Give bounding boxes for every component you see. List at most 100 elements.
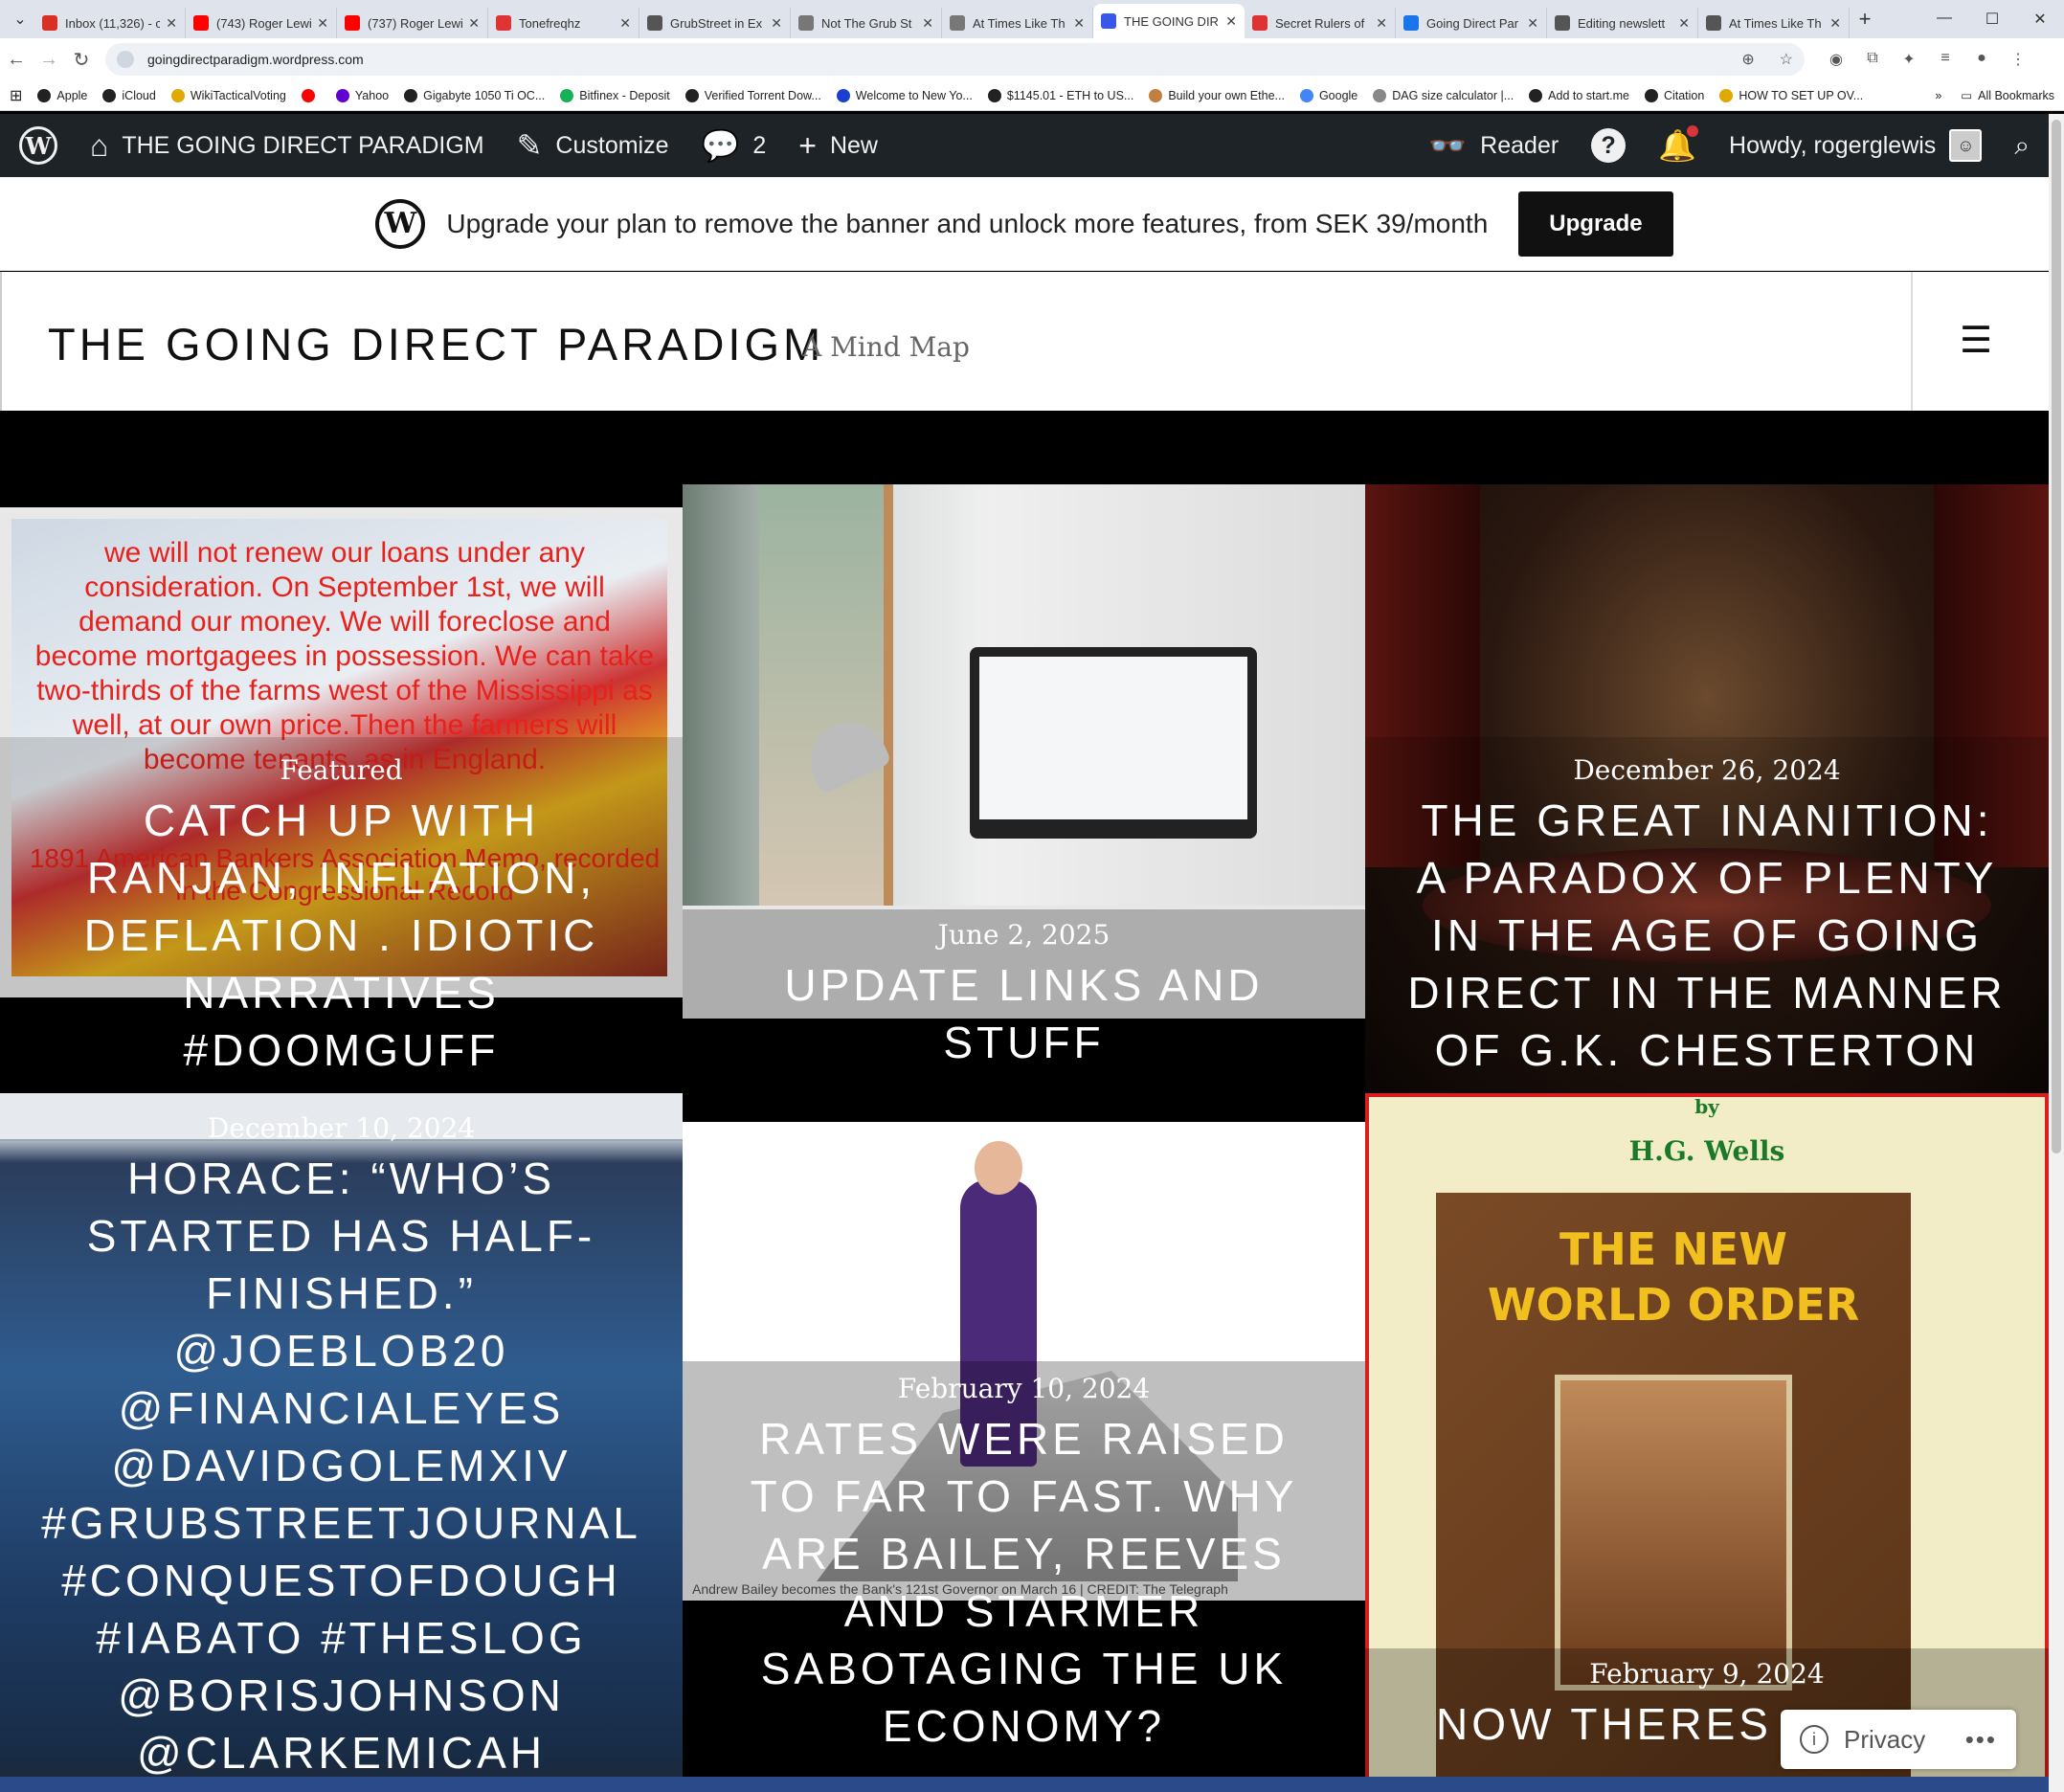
media-icon[interactable]: ≡ xyxy=(1927,50,1963,69)
bookmark-item[interactable]: DAG size calculator |... xyxy=(1373,88,1514,102)
post-card[interactable]: December 26, 2024 THE GREAT INANITION: A… xyxy=(1365,412,2049,1093)
bookmark-star-icon[interactable]: ☆ xyxy=(1780,52,1793,68)
apps-grid-icon[interactable]: ⊞ xyxy=(10,86,22,105)
reload-icon[interactable]: ↻ xyxy=(65,48,98,72)
bookmark-item[interactable]: Verified Torrent Dow... xyxy=(684,88,821,102)
bookmark-favicon-icon xyxy=(560,88,574,102)
browser-tab[interactable]: At Times Like Th ✕ xyxy=(1698,8,1850,38)
new-tab-button[interactable]: + xyxy=(1850,7,1880,32)
customize-link[interactable]: ✎ Customize xyxy=(517,127,669,164)
post-title[interactable]: UPDATE LINKS AND STUFF xyxy=(683,956,1365,1071)
post-title[interactable]: HORACE: “WHO’S STARTED HAS HALF-FINISHED… xyxy=(0,1150,683,1781)
privacy-label[interactable]: Privacy xyxy=(1844,1725,1925,1755)
bookmark-item[interactable]: WikiTacticalVoting xyxy=(170,88,286,102)
tab-close-icon[interactable]: ✕ xyxy=(1225,13,1237,30)
book-title: THE NEW WORLD ORDER xyxy=(1487,1223,1860,1331)
post-card-featured[interactable]: we will not renew our loans under any co… xyxy=(0,412,683,1093)
bookmark-favicon-icon xyxy=(684,88,699,102)
puzzle-icon[interactable]: ✦ xyxy=(1891,50,1927,69)
minimize-icon[interactable]: — xyxy=(1920,10,1968,29)
post-title[interactable]: CATCH UP WITH RANJAN, INFLATION, DEFLATI… xyxy=(0,792,683,1079)
account-menu[interactable]: Howdy, rogerglewis ☺ xyxy=(1729,129,1983,162)
hamburger-menu-icon[interactable]: ☰ xyxy=(1955,320,1997,362)
back-icon[interactable]: ← xyxy=(0,49,33,71)
more-options-icon[interactable]: ••• xyxy=(1965,1725,1997,1755)
tab-close-icon[interactable]: ✕ xyxy=(1678,15,1690,32)
wordpress-logo-icon[interactable]: W xyxy=(19,126,57,165)
folder-icon: ▭ xyxy=(1961,89,1973,102)
notifications-bell-icon[interactable]: 🔔 xyxy=(1658,125,1699,164)
page-scrollbar[interactable] xyxy=(2049,114,2064,1792)
admin-site-link[interactable]: ⌂ THE GOING DIRECT PARADIGM xyxy=(90,128,484,164)
forward-icon[interactable]: → xyxy=(33,49,65,71)
bookmark-item[interactable]: iCloud xyxy=(102,88,156,102)
post-card[interactable]: Andrew Bailey becomes the Bank's 121st G… xyxy=(683,1093,1365,1792)
tab-close-icon[interactable]: ✕ xyxy=(771,15,782,32)
tab-search-icon[interactable]: ⌄ xyxy=(6,6,34,33)
profile-icon[interactable]: ● xyxy=(1963,50,2000,69)
tab-close-icon[interactable]: ✕ xyxy=(922,15,933,32)
browser-menu-icon[interactable]: ⋮ xyxy=(2000,50,2036,69)
bookmark-item[interactable]: Bitfinex - Deposit xyxy=(560,88,670,102)
site-info-icon[interactable] xyxy=(117,51,134,68)
bookmark-item[interactable] xyxy=(301,88,321,102)
bookmark-item[interactable]: Welcome to New Yo... xyxy=(836,88,973,102)
browser-tab[interactable]: GrubStreet in Ex ✕ xyxy=(639,8,791,38)
browser-tab[interactable]: Not The Grub St ✕ xyxy=(791,8,942,38)
brush-icon: ✎ xyxy=(516,128,543,163)
post-card[interactable]: December 10, 2024 HORACE: “WHO’S STARTED… xyxy=(0,1093,683,1792)
site-title[interactable]: THE GOING DIRECT PARADIGM xyxy=(48,318,824,370)
new-content-link[interactable]: + New xyxy=(798,128,878,164)
browser-tab[interactable]: Inbox (11,326) - c ✕ xyxy=(34,8,186,38)
tab-close-icon[interactable]: ✕ xyxy=(468,15,480,32)
bookmark-item[interactable]: Citation xyxy=(1644,88,1704,102)
post-title[interactable]: THE GREAT INANITION: A PARADOX OF PLENTY… xyxy=(1365,792,2049,1079)
bookmark-item[interactable]: Gigabyte 1050 Ti OC... xyxy=(404,88,545,102)
browser-tab[interactable]: THE GOING DIRE ✕ xyxy=(1093,4,1245,38)
help-icon[interactable]: ? xyxy=(1591,128,1627,163)
url-text[interactable]: goingdirectparadigm.wordpress.com xyxy=(147,52,1720,67)
upgrade-button[interactable]: Upgrade xyxy=(1518,190,1673,257)
browser-tab[interactable]: Editing newslett ✕ xyxy=(1547,8,1698,38)
sync-icon[interactable]: ⧉ xyxy=(1854,50,1891,69)
browser-tab[interactable]: (743) Roger Lewis ✕ xyxy=(186,8,337,38)
all-bookmarks[interactable]: All Bookmarks xyxy=(1978,89,2054,102)
zoom-icon[interactable]: ⊕ xyxy=(1741,52,1754,68)
browser-tab[interactable]: (737) Roger Lewis ✕ xyxy=(337,8,488,38)
post-meta: December 26, 2024 xyxy=(1573,754,1841,786)
reader-link[interactable]: 👓 Reader xyxy=(1428,127,1559,164)
more-bookmarks-icon[interactable]: » xyxy=(1935,89,1941,102)
omnibox[interactable]: goingdirectparadigm.wordpress.com ⊕ ☆ xyxy=(105,43,1805,76)
privacy-widget[interactable]: i Privacy ••• xyxy=(1781,1710,2016,1769)
bookmark-item[interactable]: Yahoo xyxy=(335,88,389,102)
tab-close-icon[interactable]: ✕ xyxy=(1829,15,1841,32)
tab-close-icon[interactable]: ✕ xyxy=(1376,15,1387,32)
tab-close-icon[interactable]: ✕ xyxy=(619,15,631,32)
close-window-icon[interactable]: ✕ xyxy=(2016,10,2064,29)
tab-close-icon[interactable]: ✕ xyxy=(317,15,328,32)
bookmark-item[interactable]: Apple xyxy=(37,88,87,102)
tab-close-icon[interactable]: ✕ xyxy=(1073,15,1085,32)
post-title[interactable]: RATES WERE RAISED TO FAR TO FAST. WHY AR… xyxy=(683,1410,1365,1755)
tab-favicon-icon xyxy=(950,15,965,31)
bookmark-item[interactable]: Add to start.me xyxy=(1529,88,1629,102)
comments-link[interactable]: 💬 2 xyxy=(702,127,767,164)
tab-close-icon[interactable]: ✕ xyxy=(1527,15,1538,32)
tab-close-icon[interactable]: ✕ xyxy=(166,15,177,32)
browser-tab[interactable]: Tonefreqhz ✕ xyxy=(488,8,639,38)
maximize-icon[interactable]: ☐ xyxy=(1968,10,2016,29)
bookmark-label: DAG size calculator |... xyxy=(1392,88,1514,102)
extension-icon[interactable]: ◉ xyxy=(1818,50,1854,69)
bookmark-item[interactable]: Google xyxy=(1299,88,1357,102)
bookmark-item[interactable]: HOW TO SET UP OV... xyxy=(1719,88,1863,102)
browser-tab[interactable]: Going Direct Par ✕ xyxy=(1396,8,1547,38)
scrollbar-thumb[interactable] xyxy=(2052,120,2061,1154)
bookmark-item[interactable]: Build your own Ethe... xyxy=(1149,88,1285,102)
post-card[interactable]: June 2, 2025 UPDATE LINKS AND STUFF xyxy=(683,412,1365,1093)
post-card[interactable]: by H.G. Wells THE NEW WORLD ORDER Februa… xyxy=(1365,1093,2049,1792)
browser-tab[interactable]: At Times Like Th ✕ xyxy=(942,8,1093,38)
extensions-area: ◉ ⧉ ✦ ≡ ● ⋮ xyxy=(1818,50,2036,69)
browser-tab[interactable]: Secret Rulers of ✕ xyxy=(1245,8,1396,38)
bookmark-item[interactable]: $1145.01 - ETH to US... xyxy=(987,88,1133,102)
search-icon[interactable]: ⌕ xyxy=(2014,130,2030,162)
